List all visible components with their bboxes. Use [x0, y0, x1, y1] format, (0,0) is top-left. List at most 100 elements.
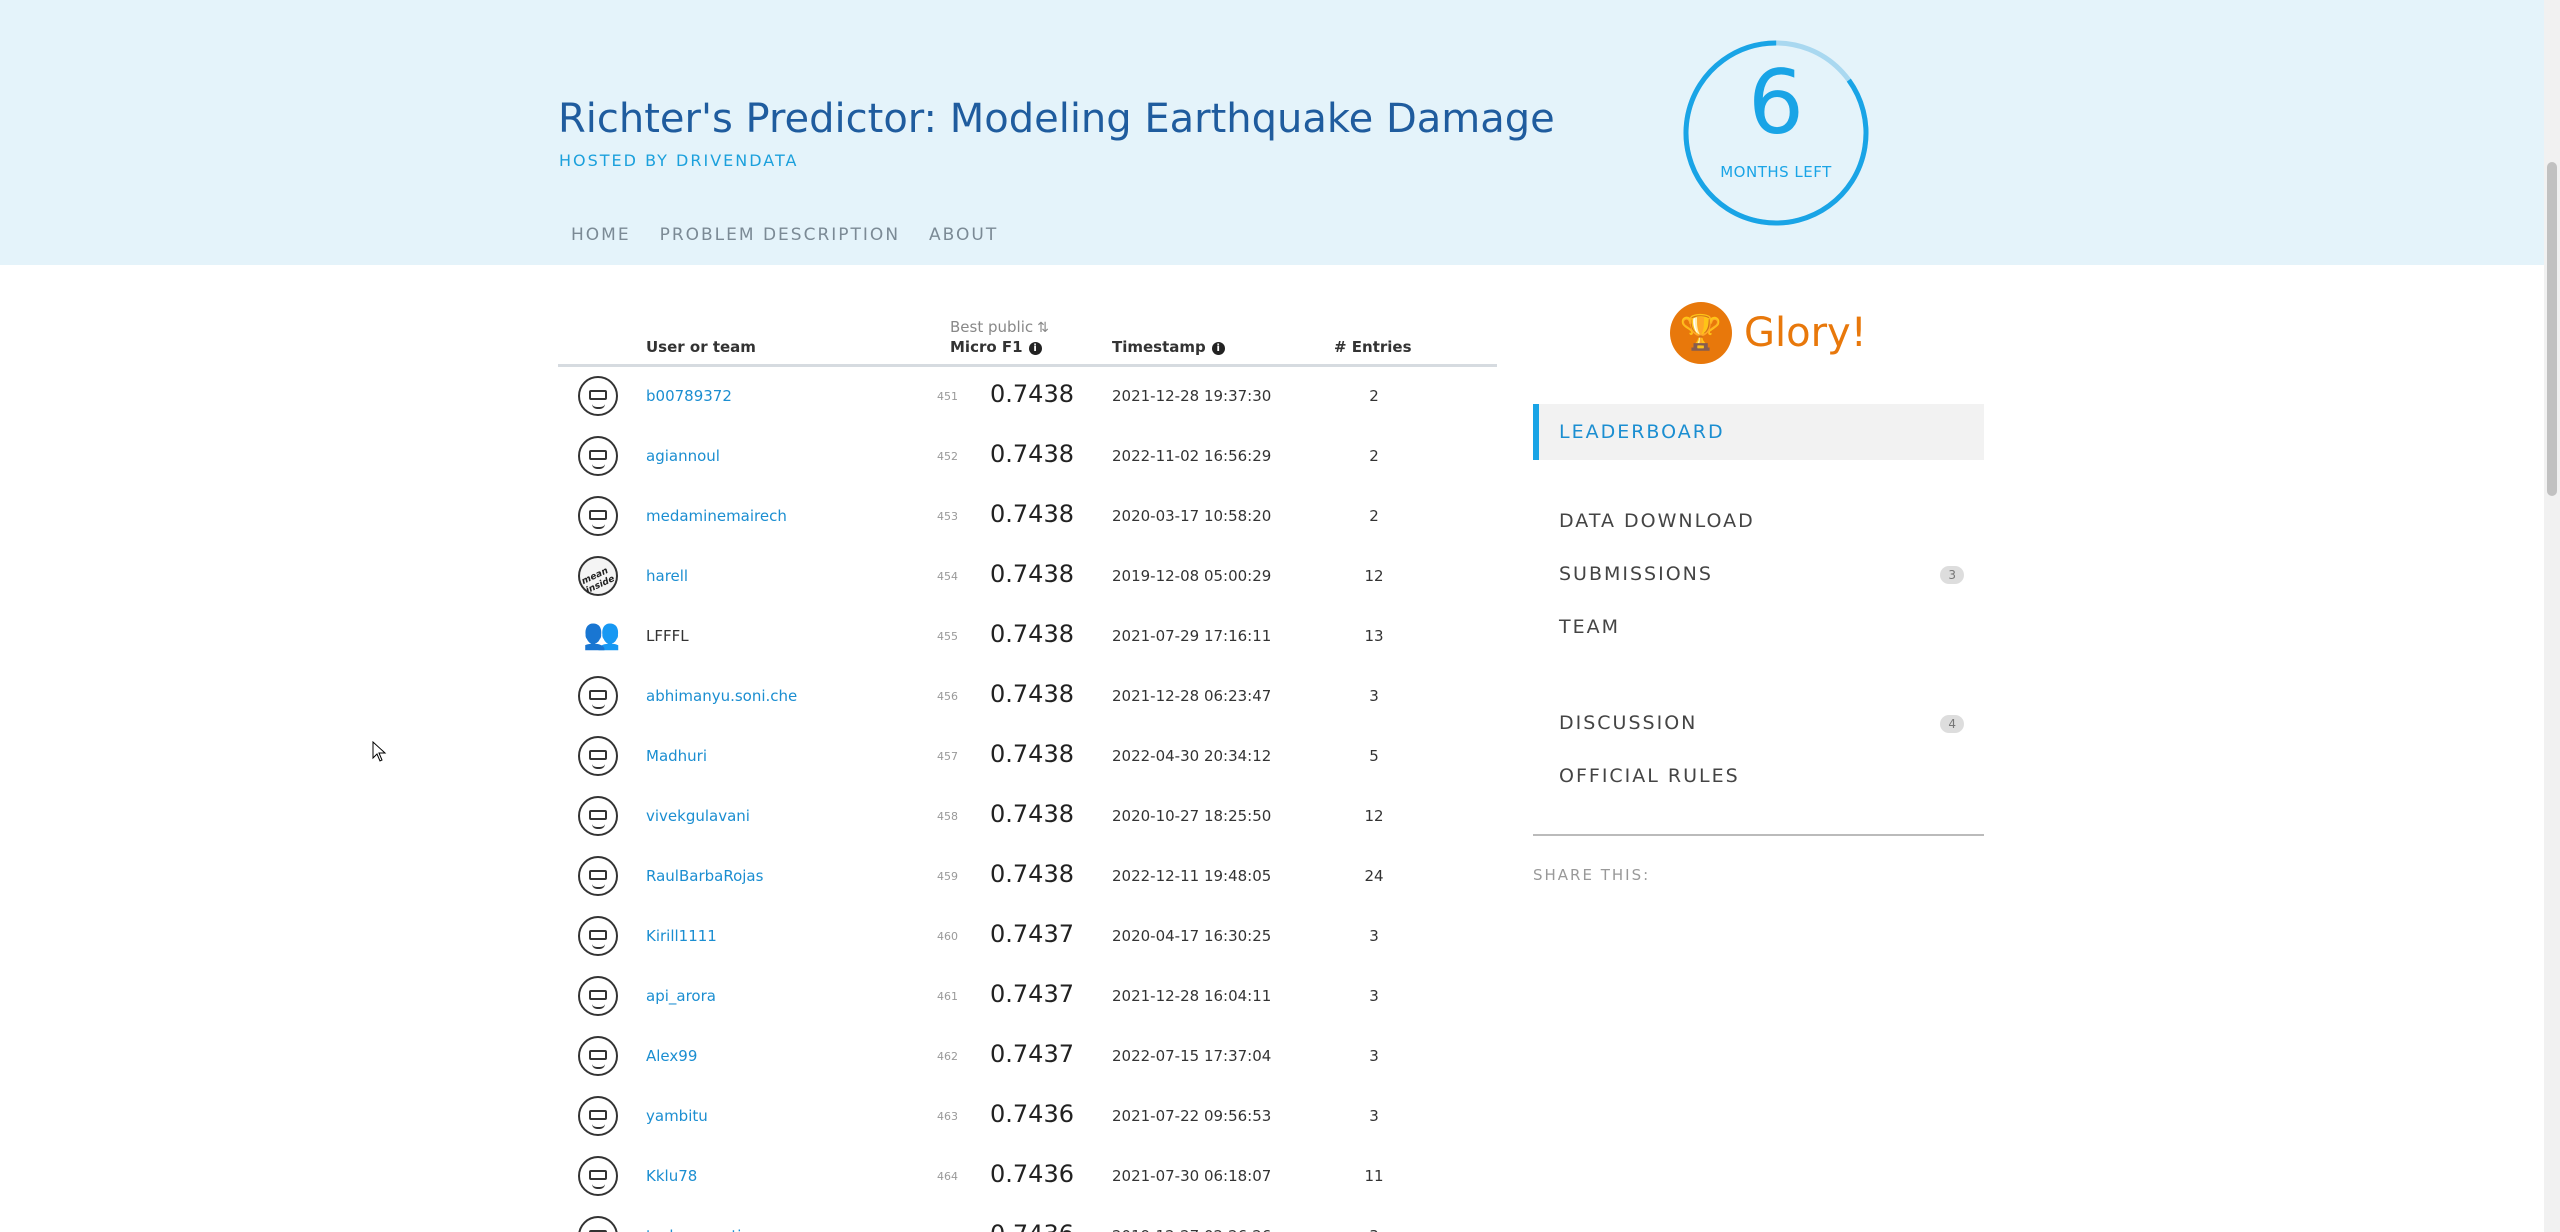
user-link: LFFFL: [646, 627, 689, 645]
rank: 462: [937, 1050, 958, 1063]
rank: 459: [937, 870, 958, 883]
table-row: vivekgulavani 458 0.7438 2020-10-27 18:25:5…: [558, 787, 1497, 847]
scrollbar-thumb[interactable]: [2547, 162, 2557, 496]
table-row: yambitu 463 0.7436 2021-07-22 09:56:53 3: [558, 1087, 1497, 1147]
user-link[interactable]: technopreeti: [646, 1227, 741, 1232]
score: 0.7438: [990, 500, 1074, 528]
nav-about[interactable]: ABOUT: [929, 225, 998, 245]
timestamp: 2019-12-27 02:26:26: [1112, 1227, 1271, 1232]
score: 0.7438: [990, 380, 1074, 408]
prize-label: Glory!: [1744, 310, 1867, 356]
entries-count: 12: [1364, 807, 1384, 825]
avatar: [578, 916, 618, 956]
info-icon[interactable]: i: [1211, 342, 1225, 355]
user-link[interactable]: Alex99: [646, 1047, 697, 1065]
timestamp: 2020-10-27 18:25:50: [1112, 807, 1272, 825]
rank: 451: [937, 390, 958, 403]
user-link[interactable]: Madhuri: [646, 747, 707, 765]
entries-count: 12: [1364, 567, 1384, 585]
avatar: mean inside: [578, 556, 618, 596]
table-row: 👥 LFFFL 455 0.7438 2021-07-29 17:16:11 13: [558, 607, 1497, 667]
score: 0.7436: [990, 1160, 1074, 1188]
user-link[interactable]: medaminemairech: [646, 507, 787, 525]
avatar: [578, 1036, 618, 1076]
avatar: [578, 1156, 618, 1196]
score: 0.7438: [990, 800, 1074, 828]
table-row: technopreeti4650.74362019-12-27 02:26:26…: [558, 1207, 1497, 1232]
entries-count: 2: [1369, 447, 1379, 465]
competition-sidebar: LEADERBOARD DATA DOWNLOAD SUBMISSIONS 3 T…: [1533, 404, 1984, 884]
score: 0.7438: [990, 860, 1074, 888]
table-row: Kklu78 464 0.7436 2021-07-30 06:18:07 11: [558, 1147, 1497, 1207]
timestamp: 2021-07-22 09:56:53: [1112, 1107, 1272, 1125]
sidebar-item-official-rules[interactable]: OFFICIAL RULES: [1533, 765, 1984, 787]
sidebar-item-data-download[interactable]: DATA DOWNLOAD: [1533, 510, 1984, 532]
timestamp: 2021-07-29 17:16:11: [1112, 627, 1272, 645]
sidebar-item-submissions[interactable]: SUBMISSIONS 3: [1533, 563, 1984, 587]
user-link[interactable]: RaulBarbaRojas: [646, 867, 763, 885]
user-link[interactable]: yambitu: [646, 1107, 708, 1125]
entries-count: 11: [1364, 1167, 1384, 1185]
user-link[interactable]: b00789372: [646, 387, 732, 405]
score: 0.7437: [990, 920, 1074, 948]
score: 0.7436: [990, 1220, 1074, 1232]
sidebar-item-label: DATA DOWNLOAD: [1559, 510, 1755, 532]
user-link[interactable]: abhimanyu.soni.che: [646, 687, 797, 705]
score: 0.7438: [990, 560, 1074, 588]
col-best-label: Best public: [950, 318, 1034, 336]
entries-count: 2: [1369, 387, 1379, 405]
col-user-header: User or team: [646, 338, 756, 356]
nav-home[interactable]: HOME: [571, 225, 631, 245]
score: 0.7438: [990, 620, 1074, 648]
sidebar-item-discussion[interactable]: DISCUSSION 4: [1533, 712, 1984, 736]
col-best-header[interactable]: Best public ⇅: [950, 318, 1049, 336]
score: 0.7438: [990, 680, 1074, 708]
entries-count: 3: [1369, 1047, 1379, 1065]
col-timestamp-label: Timestamp: [1112, 338, 1206, 356]
sidebar-item-label: SUBMISSIONS: [1559, 563, 1713, 585]
sort-icon[interactable]: ⇅: [1037, 320, 1049, 336]
competition-nav: HOME PROBLEM DESCRIPTION ABOUT: [571, 225, 998, 245]
table-row: mean inside harell 454 0.7438 2019-12-08 05:…: [558, 547, 1497, 607]
table-row: agiannoul 452 0.7438 2022-11-02 16:56:29 2: [558, 427, 1497, 487]
timestamp: 2022-12-11 19:48:05: [1112, 867, 1272, 885]
page-scrollbar[interactable]: [2544, 0, 2560, 1232]
trophy-icon: 🏆: [1670, 302, 1732, 364]
timestamp: 2021-12-28 19:37:30: [1112, 387, 1272, 405]
countdown-label: MONTHS LEFT: [1720, 163, 1832, 181]
sidebar-item-leaderboard[interactable]: LEADERBOARD: [1533, 404, 1984, 460]
avatar: [578, 1096, 618, 1136]
user-link[interactable]: agiannoul: [646, 447, 720, 465]
table-row: Kirill1111 460 0.7437 2020-04-17 16:30:25 3: [558, 907, 1497, 967]
rank: 461: [937, 990, 958, 1003]
hosted-by: HOSTED BY DRIVENDATA: [559, 151, 799, 170]
avatar: [578, 436, 618, 476]
entries-count: 3: [1369, 927, 1379, 945]
sidebar-item-label: LEADERBOARD: [1559, 421, 1725, 443]
page-title: Richter's Predictor: Modeling Earthquake…: [558, 96, 1555, 142]
user-link[interactable]: api_arora: [646, 987, 716, 1005]
user-link[interactable]: Kklu78: [646, 1167, 697, 1185]
timestamp: 2019-12-08 05:00:29: [1112, 567, 1272, 585]
sidebar-divider: [1533, 834, 1984, 836]
entries-count: 3: [1369, 987, 1379, 1005]
score: 0.7436: [990, 1100, 1074, 1128]
sidebar-item-team[interactable]: TEAM: [1533, 616, 1984, 638]
submissions-count-badge: 3: [1940, 566, 1964, 584]
table-row: Alex99 462 0.7437 2022-07-15 17:37:04 3: [558, 1027, 1497, 1087]
nav-problem-description[interactable]: PROBLEM DESCRIPTION: [660, 225, 900, 245]
col-metric-header: Micro F1 i: [950, 338, 1042, 356]
user-link[interactable]: harell: [646, 567, 688, 585]
entries-count: 24: [1364, 867, 1384, 885]
rank: 453: [937, 510, 958, 523]
table-row: medaminemairech 453 0.7438 2020-03-17 10:58…: [558, 487, 1497, 547]
avatar: [578, 376, 618, 416]
info-icon[interactable]: i: [1028, 342, 1042, 355]
entries-count: 5: [1369, 747, 1379, 765]
table-row: Madhuri 457 0.7438 2022-04-30 20:34:12 5: [558, 727, 1497, 787]
avatar: [578, 796, 618, 836]
avatar: [578, 736, 618, 776]
user-link[interactable]: Kirill1111: [646, 927, 717, 945]
avatar: [578, 496, 618, 536]
user-link[interactable]: vivekgulavani: [646, 807, 750, 825]
